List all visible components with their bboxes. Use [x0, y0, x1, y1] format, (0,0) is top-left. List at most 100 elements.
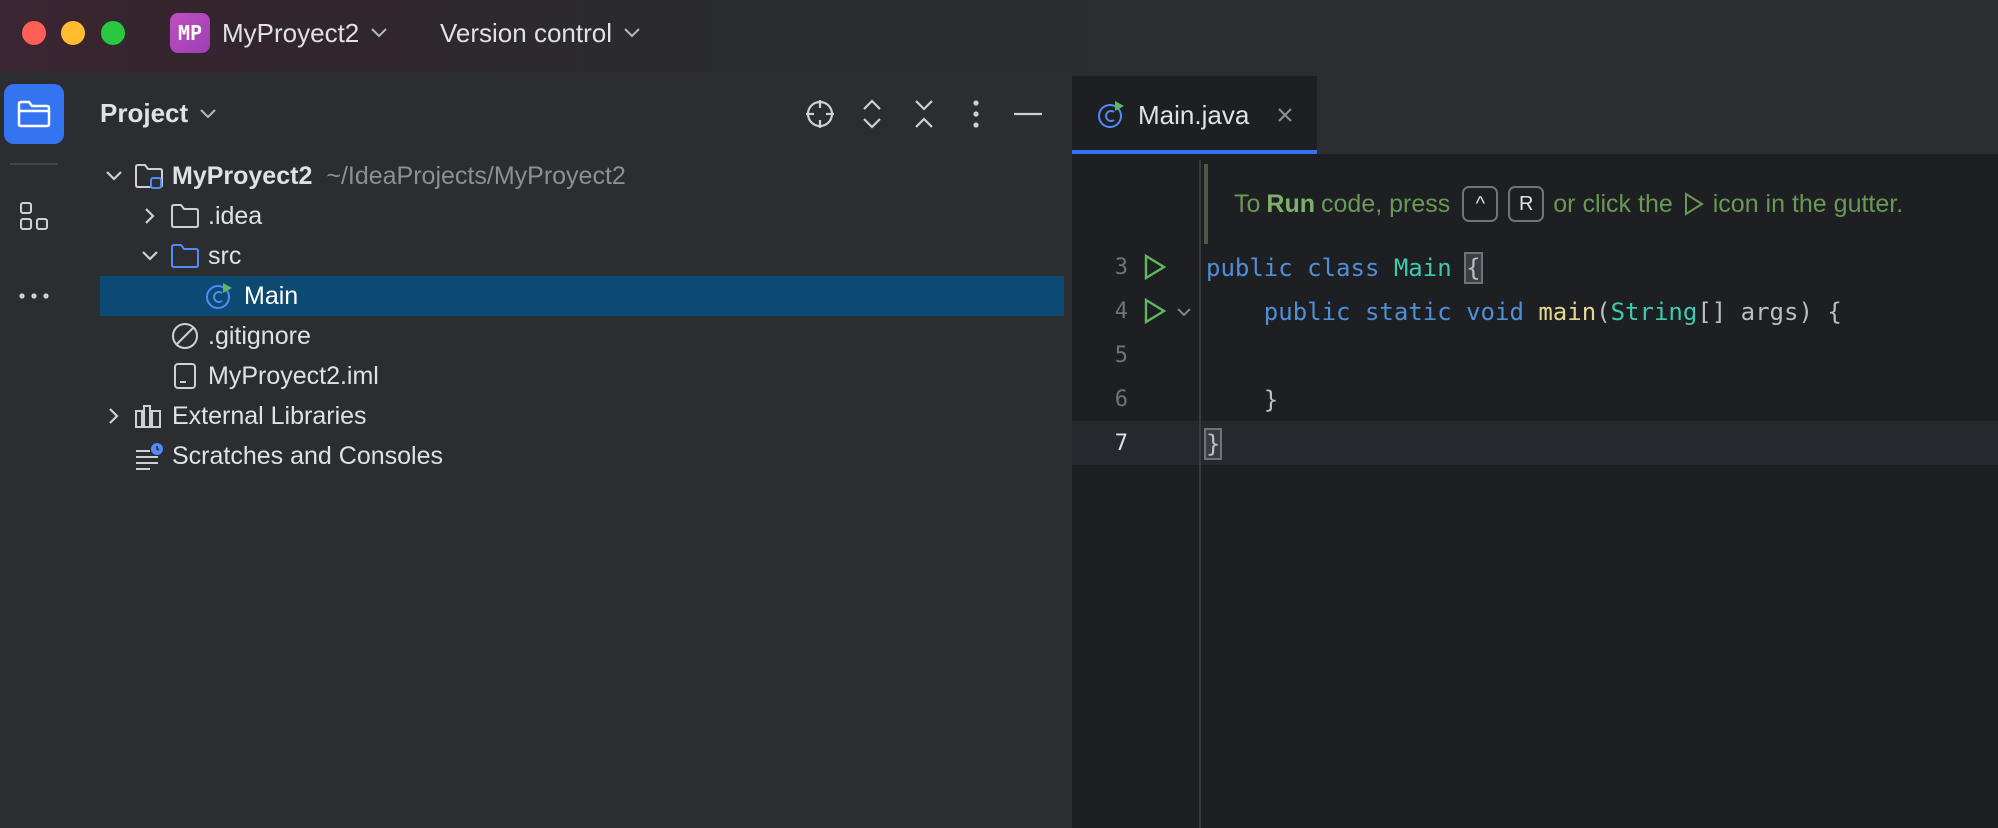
editor-tab-bar: Main.java — [1072, 72, 1998, 154]
zoom-window-button[interactable] — [101, 21, 125, 45]
project-name: MyProyect2 — [222, 17, 360, 48]
tree-item-label: MyProyect2 — [172, 162, 313, 190]
method-name: main — [1538, 298, 1597, 326]
inlay-hint-bar — [1204, 164, 1208, 244]
tree-item-label: MyProyect2.iml — [208, 362, 379, 390]
code-line-7[interactable]: } — [1203, 428, 1223, 460]
locate-file-button[interactable] — [800, 94, 840, 134]
expand-all-button[interactable] — [852, 94, 892, 134]
ignore-file-icon — [170, 321, 200, 351]
run-icon — [1144, 298, 1167, 324]
chevron-right-icon[interactable] — [138, 204, 162, 228]
hint-text: To — [1234, 189, 1261, 218]
tab-label: Main.java — [1138, 100, 1250, 130]
code-line-3[interactable]: public class Main { — [1206, 252, 1483, 284]
matched-brace: } — [1203, 428, 1223, 460]
code-line-6[interactable]: } — [1206, 386, 1278, 414]
project-view-selector[interactable]: Project — [100, 98, 216, 129]
structure-tool-button[interactable] — [14, 196, 54, 236]
close-window-button[interactable] — [22, 21, 46, 45]
tool-separator — [10, 163, 58, 165]
hide-panel-button[interactable] — [1008, 94, 1048, 134]
keyword: public — [1263, 298, 1351, 326]
java-class-icon — [1098, 101, 1124, 128]
line-number: 4 — [1114, 299, 1128, 324]
chevron-down-icon — [624, 28, 640, 38]
title-bar: MP MyProyect2 Version control — [0, 0, 1998, 72]
class-name: Main — [1393, 254, 1452, 282]
fold-toggle[interactable] — [1174, 302, 1194, 322]
tree-item-idea[interactable]: .idea — [100, 196, 1064, 236]
tree-item-project-root[interactable]: MyProyect2 ~/IdeaProjects/MyProyect2 — [100, 156, 1064, 196]
structure-icon — [20, 202, 48, 230]
line-number: 6 — [1114, 387, 1128, 412]
libraries-icon — [134, 401, 164, 431]
options-button[interactable] — [956, 94, 996, 134]
tree-item-label: .gitignore — [208, 322, 311, 350]
active-tab-indicator — [1072, 150, 1317, 154]
type-name: String — [1610, 298, 1698, 326]
expand-all-icon — [863, 99, 881, 129]
version-control-menu[interactable]: Version control — [440, 14, 640, 52]
shortcut-key-r: R — [1508, 186, 1545, 222]
scratches-icon — [134, 441, 164, 471]
tree-item-src[interactable]: src — [100, 236, 1064, 276]
run-hint: To Run code, press ^ R or click the icon… — [1234, 186, 1903, 222]
chevron-down-icon — [200, 108, 216, 118]
tree-item-external-libraries[interactable]: External Libraries — [100, 396, 1064, 436]
chevron-down-icon[interactable] — [102, 164, 126, 188]
project-switcher[interactable]: MyProyect2 — [222, 14, 387, 52]
matched-brace: { — [1464, 252, 1483, 284]
tool-window-strip — [0, 72, 68, 828]
project-tool-button[interactable] — [4, 84, 64, 144]
module-folder-icon — [134, 161, 164, 191]
tree-item-label: External Libraries — [172, 402, 367, 430]
punctuation: ( — [1596, 298, 1611, 326]
collapse-all-icon — [915, 100, 933, 128]
hint-text: code, press — [1321, 189, 1451, 218]
editor-area: Main.java To Run code, press ^ R or clic… — [1072, 72, 1998, 828]
tree-item-scratches[interactable]: Scratches and Consoles — [100, 436, 1064, 476]
chevron-down-icon — [1177, 308, 1191, 317]
chevron-down-icon[interactable] — [138, 244, 162, 268]
keyword: static — [1364, 298, 1452, 326]
more-tools-button[interactable] — [14, 276, 54, 316]
project-badge[interactable]: MP — [170, 13, 210, 53]
tree-item-label: .idea — [208, 202, 263, 230]
hint-text: icon in the gutter. — [1712, 189, 1904, 218]
collapse-all-button[interactable] — [904, 94, 944, 134]
close-tab-button[interactable] — [1272, 102, 1298, 128]
tree-item-iml[interactable]: MyProyect2.iml — [100, 356, 1064, 396]
iml-file-icon — [170, 361, 200, 391]
chevron-right-icon[interactable] — [102, 404, 126, 428]
shortcut-key-ctrl: ^ — [1462, 186, 1499, 222]
source-folder-icon — [170, 241, 200, 271]
tree-item-gitignore[interactable]: .gitignore — [100, 316, 1064, 356]
tree-item-label: Scratches and Consoles — [172, 442, 443, 470]
project-panel: Project MyProyect2 ~/IdeaProjects/MyProy… — [68, 72, 1072, 828]
keyword: void — [1466, 298, 1524, 326]
tab-main-java[interactable]: Main.java — [1072, 76, 1317, 154]
hint-run-word: Run — [1266, 189, 1316, 218]
folder-icon — [17, 100, 51, 128]
run-icon — [1144, 254, 1167, 280]
tree-item-main[interactable]: Main — [100, 276, 1064, 316]
code-line-4[interactable]: public static void main(String[] args) { — [1206, 298, 1842, 326]
project-path: ~/IdeaProjects/MyProyect2 — [326, 162, 626, 190]
run-class-gutter-button[interactable] — [1140, 252, 1170, 282]
folder-icon — [170, 201, 200, 231]
run-icon — [1684, 192, 1704, 216]
version-control-label: Version control — [440, 17, 612, 48]
locate-icon — [806, 100, 834, 128]
chevron-down-icon — [371, 28, 387, 38]
line-number: 7 — [1114, 431, 1128, 456]
parameters: [] args) { — [1697, 298, 1842, 326]
more-icon — [19, 293, 49, 299]
gutter-separator — [1199, 160, 1201, 828]
minimize-window-button[interactable] — [61, 21, 85, 45]
java-class-icon — [204, 281, 234, 311]
line-number: 5 — [1114, 343, 1128, 368]
line-number: 3 — [1114, 255, 1128, 280]
run-main-gutter-button[interactable] — [1140, 296, 1170, 326]
